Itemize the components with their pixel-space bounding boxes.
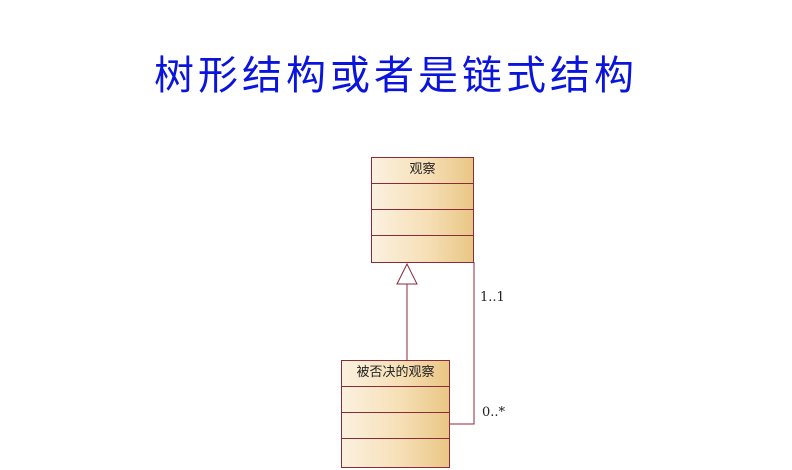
association-line: [450, 262, 475, 425]
class-rejected-observation-extra: [342, 439, 449, 465]
class-observation-attributes: [372, 184, 473, 210]
class-rejected-observation-operations: [342, 413, 449, 439]
class-observation-extra: [372, 236, 473, 262]
class-rejected-observation-name: 被否决的观察: [342, 361, 449, 387]
multiplicity-parent-end: 1..1: [480, 290, 505, 305]
class-rejected-observation[interactable]: 被否决的观察: [341, 360, 450, 468]
class-observation-name: 观察: [372, 158, 473, 184]
generalization-arrowhead: [396, 262, 418, 285]
class-observation[interactable]: 观察: [371, 157, 474, 263]
class-observation-operations: [372, 210, 473, 236]
multiplicity-child-end: 0..*: [482, 405, 506, 420]
class-rejected-observation-attributes: [342, 387, 449, 413]
